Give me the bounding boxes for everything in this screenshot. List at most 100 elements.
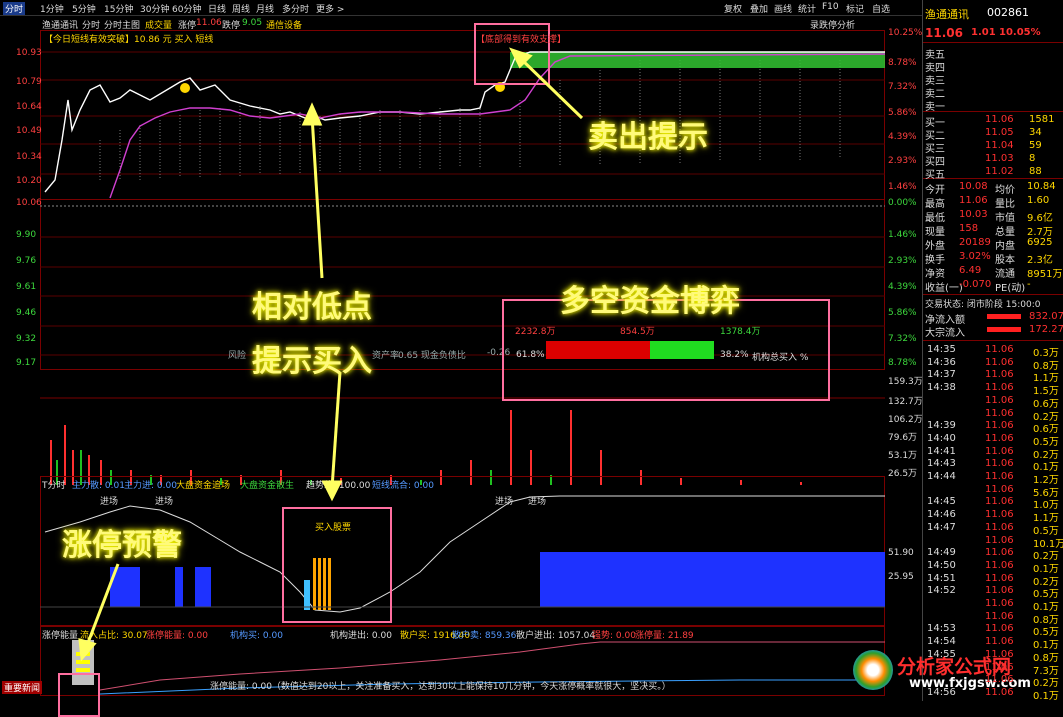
pct-axis-label: 4.39% (888, 132, 917, 142)
pct-axis-label: 7.32% (888, 334, 917, 344)
price-axis-label: 9.32 (16, 334, 37, 344)
bid-row[interactable]: 买四 11.03 8 (925, 153, 1063, 168)
trade-status: 交易状态: 闭市阶段 15:00:0 (925, 300, 1041, 310)
tick-row: 14:41 11.06 0.2万 (927, 445, 1059, 461)
flower-icon (853, 650, 893, 690)
stat-row: 最低 10.03 市值 9.6亿 (925, 209, 1053, 224)
tick-row: 14:44 11.06 1.2万 (927, 471, 1059, 486)
volume-axis-label: 79.6万 (888, 433, 918, 443)
bid-row[interactable]: 买三 11.04 59 (925, 140, 1063, 155)
tab-weekly[interactable]: 周线 (232, 2, 250, 15)
price-axis-label: 10.49 (16, 126, 42, 136)
tab-daily[interactable]: 日线 (208, 2, 226, 15)
tick-row: 11.06 0.6万 (985, 394, 1059, 410)
bid-row[interactable]: 买五 11.02 88 (925, 166, 1063, 181)
volume-axis-label: 106.2万 (888, 415, 923, 425)
quote-panel: 渔通通讯 002861 11.06 1.01 10.05% 交易状态: 闭市阶段 … (853, 0, 1063, 702)
price-axis-label: 9.46 (16, 308, 37, 318)
stat-row: 收益(一) -0.070 PE(动) - (925, 279, 1031, 294)
toolbar-draw[interactable]: 画线 (774, 2, 792, 15)
toolbar-fuquan[interactable]: 复权 (724, 2, 742, 15)
tick-row: 14:35 11.06 0.3万 (927, 344, 1059, 359)
ask-row[interactable]: 卖二 (925, 85, 1063, 100)
tab-60min[interactable]: 60分钟 (172, 2, 201, 15)
stat-row: 现量 158 总量 2.7万 (925, 223, 1053, 238)
tick-row: 14:50 11.06 0.1万 (927, 559, 1059, 575)
volume-axis-label: 53.1万 (888, 451, 918, 461)
pct-axis-label: 8.78% (888, 358, 917, 368)
price-axis-label: 10.64 (16, 102, 42, 112)
tick-row: 14:38 11.06 1.5万 (927, 382, 1059, 398)
pct-axis-label: 1.46% (888, 182, 917, 192)
period-tab-bar: 分时 1分钟 5分钟 15分钟 30分钟 60分钟 日线 周线 月线 多分时 更… (0, 0, 1063, 16)
tab-more[interactable]: 更多 > (316, 2, 344, 15)
ask-row[interactable]: 卖三 (925, 72, 1063, 87)
tick-row: 11.06 0.8万 (985, 610, 1059, 626)
toolbar-f10[interactable]: F10 (822, 2, 839, 12)
tick-row: 14:47 11.06 0.5万 (927, 521, 1059, 537)
tick-row: 14:52 11.06 0.5万 (927, 585, 1059, 601)
tab-fenshi[interactable]: 分时 (3, 2, 26, 15)
tick-row: 14:56 11.06 0.1万 (927, 686, 1059, 702)
tab-5min[interactable]: 5分钟 (72, 2, 96, 15)
pct-axis-label: 8.78% (888, 58, 917, 68)
tab-1min[interactable]: 1分钟 (40, 2, 64, 15)
toolbar-watchlist[interactable]: 自选 (872, 2, 890, 15)
stat-row: 最高 11.06 量比 1.60 (925, 195, 1050, 210)
tick-row: 14:40 11.06 0.5万 (927, 432, 1059, 448)
tick-row: 11.06 5.6万 (985, 483, 1059, 499)
ask-row[interactable]: 卖五 (925, 46, 1063, 61)
arrows-svg (78, 47, 584, 662)
tick-row: 14:49 11.06 0.2万 (927, 547, 1059, 563)
stat-row: 净资 6.49 流通 8951万 (925, 265, 1063, 280)
tab-15min[interactable]: 15分钟 (104, 2, 133, 15)
price-axis-label: 10.79 (16, 77, 42, 87)
price-axis-label: 10.93 (16, 48, 42, 58)
tab-multi[interactable]: 多分时 (282, 2, 309, 15)
tick-row: 14:54 11.06 0.1万 (927, 636, 1059, 652)
tick-row: 14:46 11.06 1.1万 (927, 509, 1059, 525)
price-axis-label: 9.17 (16, 358, 37, 368)
ask-row[interactable]: 卖四 (925, 59, 1063, 74)
bid-row[interactable]: 买一 11.06 1581 (925, 114, 1063, 129)
inflow-row: 大宗流入 172.27 (925, 324, 1063, 339)
tick-row: 14:53 11.06 0.5万 (927, 623, 1059, 639)
stat-row: 今开 10.08 均价 10.84 (925, 181, 1056, 196)
ask-row[interactable]: 卖一 (925, 98, 1063, 113)
pct-axis-label: 10.25% (888, 28, 923, 38)
volume-axis-label: 132.7万 (888, 397, 923, 407)
tab-30min[interactable]: 30分钟 (140, 2, 169, 15)
side-stock-name: 渔通通讯 002861 (925, 6, 1029, 21)
inflow-row: 净流入额 832.07 (925, 311, 1063, 326)
tick-row: 11.06 0.2万 (985, 674, 1059, 690)
toolbar-stats[interactable]: 统计 (798, 2, 816, 15)
pct-axis-label: 2.93% (888, 256, 917, 266)
bid-row[interactable]: 买二 11.05 34 (925, 127, 1063, 142)
tick-row: 14:36 11.06 0.8万 (927, 356, 1059, 372)
pct-axis-label: 2.93% (888, 156, 917, 166)
tick-row: 14:43 11.06 0.1万 (927, 458, 1059, 474)
tick-row: 14:51 11.06 0.2万 (927, 572, 1059, 588)
pct-axis-label: 7.32% (888, 82, 917, 92)
tick-row: 14:55 11.06 0.8万 (927, 648, 1059, 664)
volume-axis-label: 26.5万 (888, 469, 918, 479)
tick-row: 11.06 10.1万 (985, 534, 1063, 550)
chart-area: 渔通通讯 分时 分时主图 成交量 涨停 11.06 跌停 9.05 通信设备 录… (0, 16, 923, 717)
toolbar-overlay[interactable]: 叠加 (750, 2, 768, 15)
price-axis-label: 9.76 (16, 256, 37, 266)
price-axis-label: 9.90 (16, 230, 37, 240)
pct-axis-label: 0.00% (888, 198, 917, 208)
price-axis-label: 10.34 (16, 152, 42, 162)
tick-row: 14:37 11.06 1.1万 (927, 369, 1059, 385)
pct-axis-label: 1.46% (888, 230, 917, 240)
tab-monthly[interactable]: 月线 (256, 2, 274, 15)
tick-row: 11.06 0.2万 (985, 407, 1059, 423)
volume-axis-label: 159.3万 (888, 377, 923, 387)
price-axis-label: 10.06 (16, 198, 42, 208)
stat-row: 外盘 20189 内盘 6925 (925, 237, 1053, 252)
price-axis-label: 9.61 (16, 282, 37, 292)
tick-row: 11.06 0.1万 (985, 598, 1059, 613)
toolbar-mark[interactable]: 标记 (846, 2, 864, 15)
stat-row: 换手 3.02% 股本 2.3亿 (925, 251, 1053, 266)
side-price-row: 11.06 1.01 10.05% (925, 26, 1041, 40)
